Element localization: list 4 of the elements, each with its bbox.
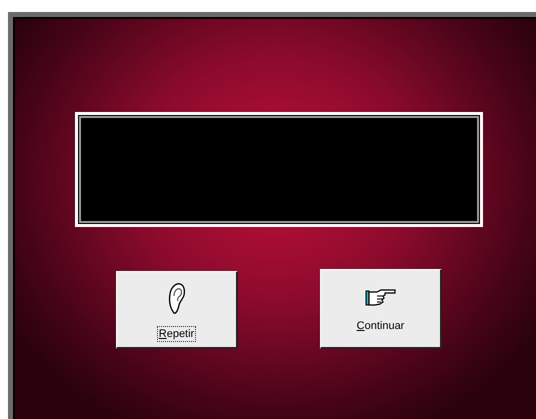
pointing-hand-icon	[364, 288, 396, 308]
ear-icon	[168, 282, 186, 316]
continue-button[interactable]: Continuar	[320, 269, 442, 349]
repeat-button[interactable]: Repetir	[116, 271, 238, 349]
